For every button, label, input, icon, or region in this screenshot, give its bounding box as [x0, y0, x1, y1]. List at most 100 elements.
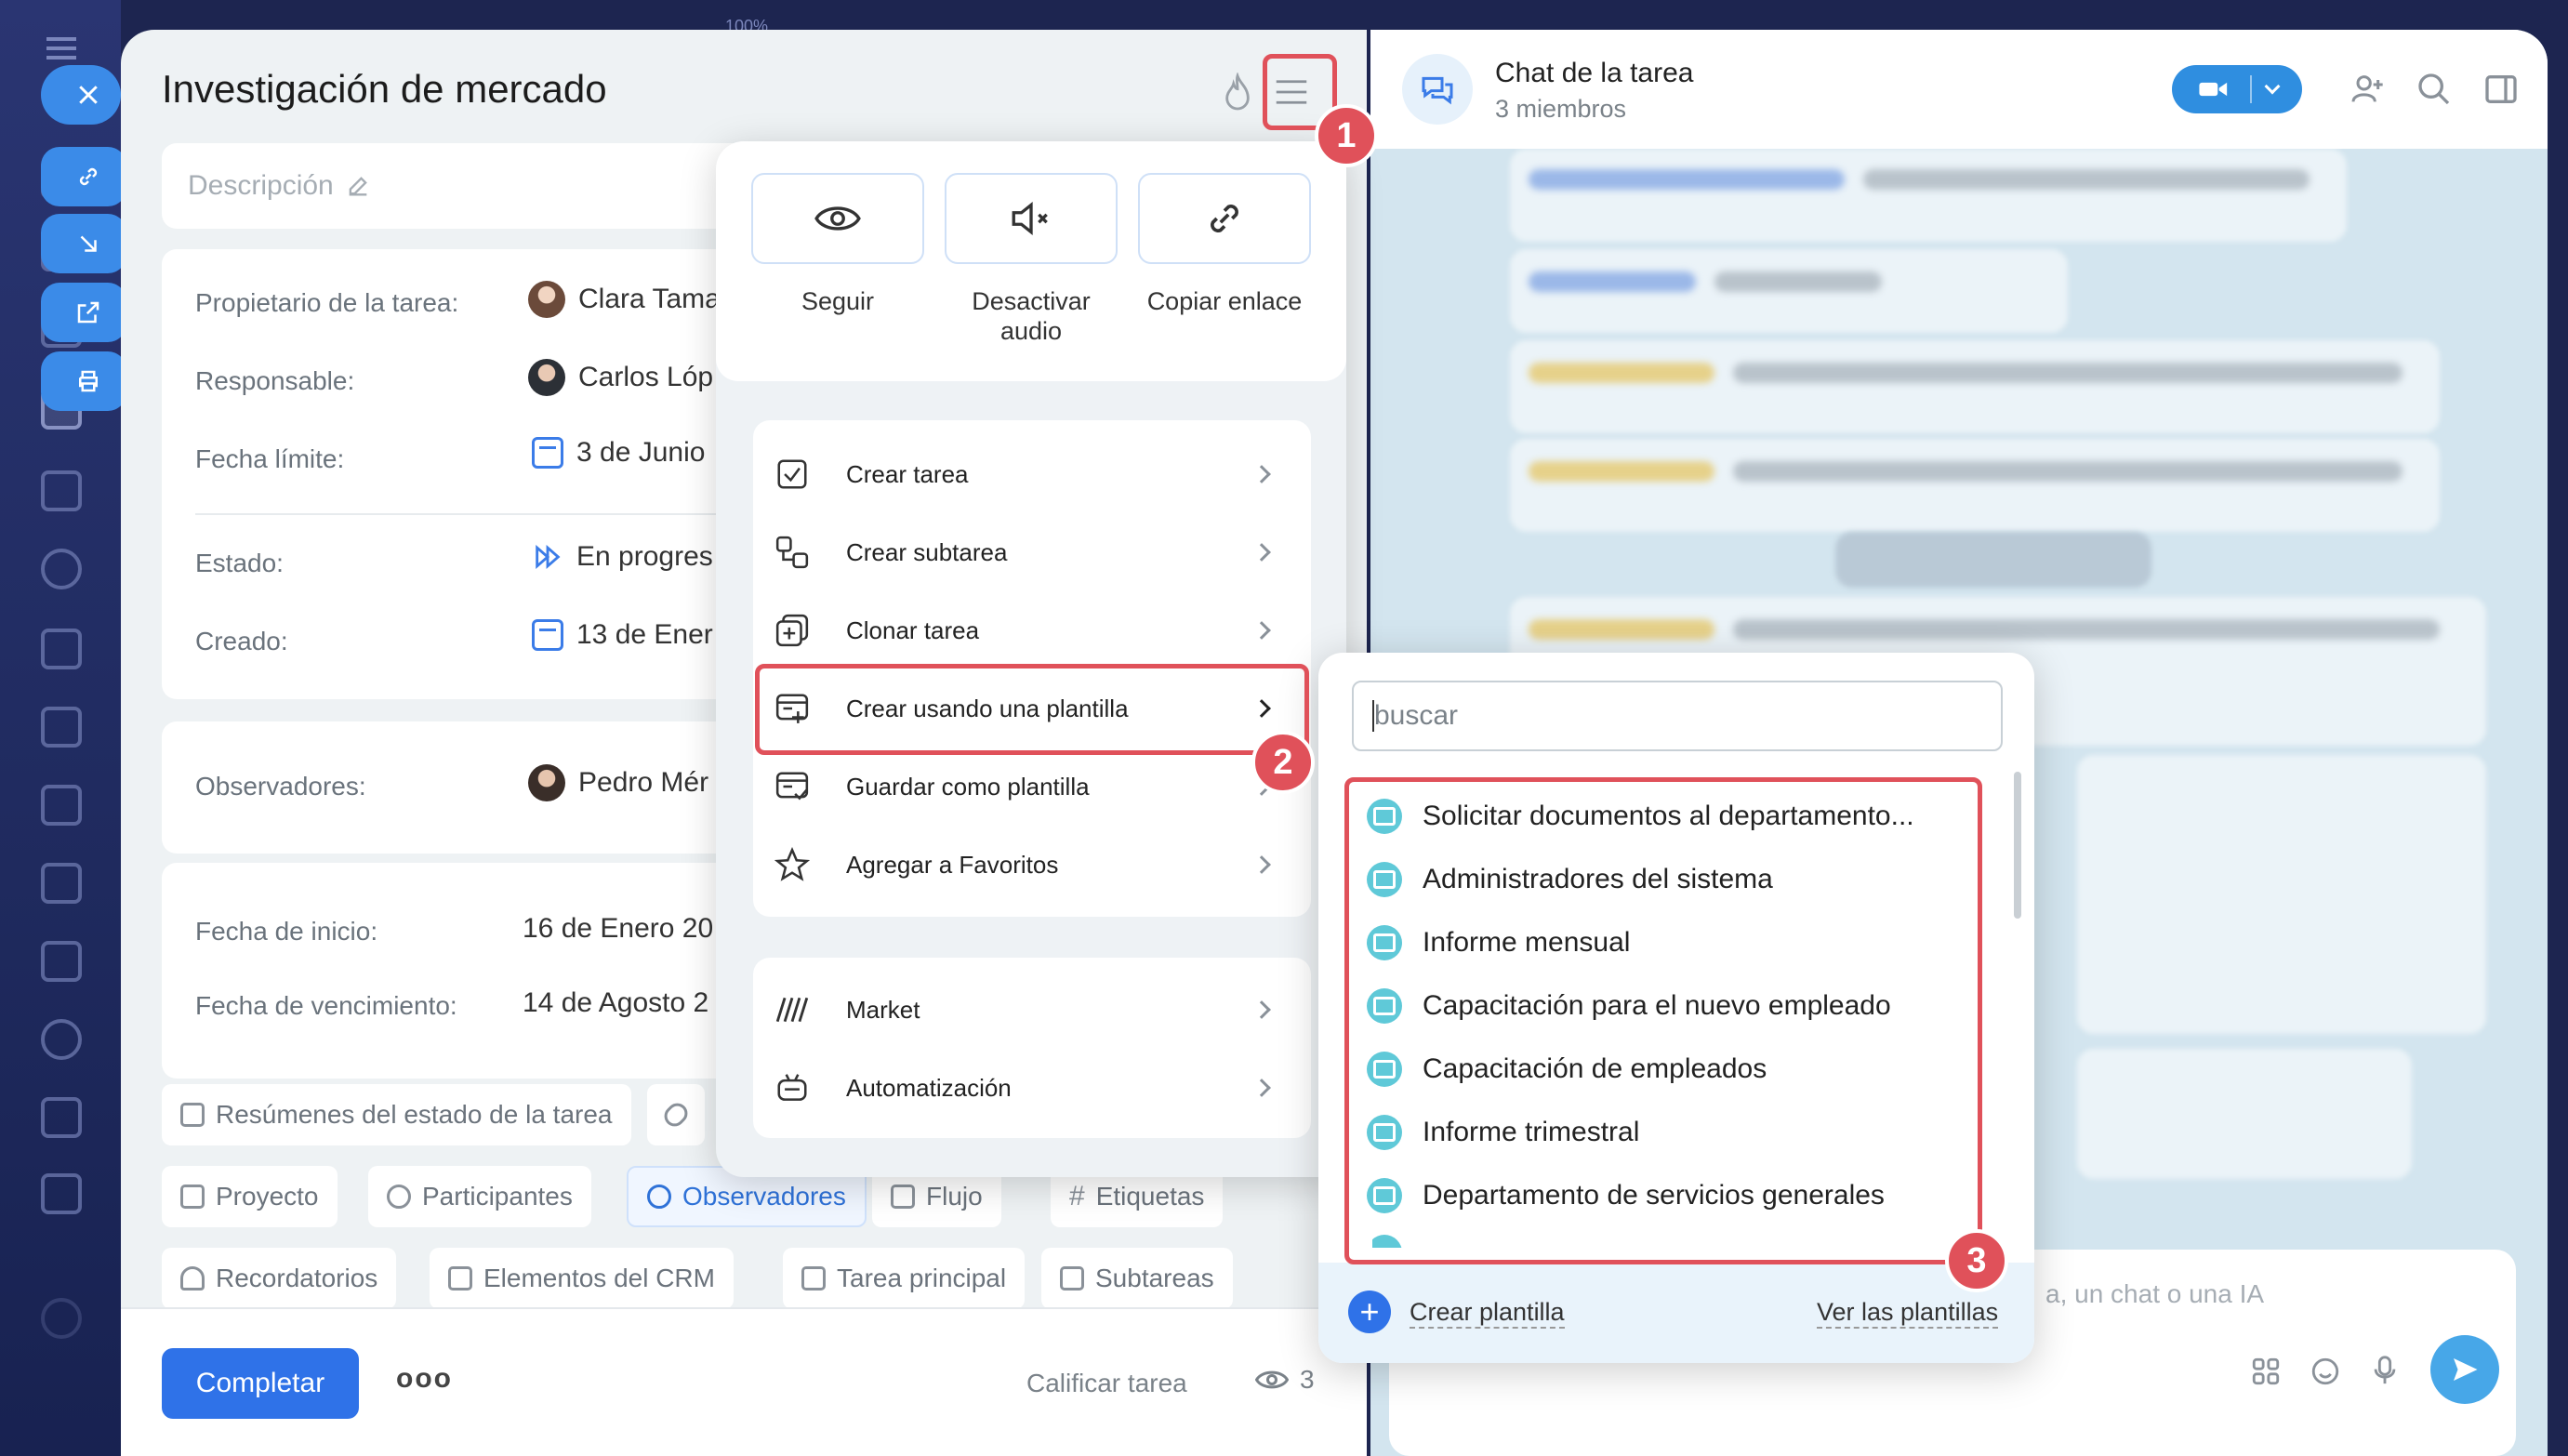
responsible-name: Carlos Lóp — [578, 362, 714, 392]
menu-clone-task[interactable]: Clonar tarea — [753, 591, 1304, 669]
blurred-text — [1733, 461, 2403, 482]
video-call-button[interactable] — [2172, 65, 2302, 113]
responsible-value[interactable]: Carlos Lóp — [528, 359, 713, 396]
start-date-label: Fecha de inicio: — [195, 917, 378, 946]
hexagon-icon[interactable] — [41, 549, 82, 589]
rate-task-link[interactable]: Calificar tarea — [1026, 1369, 1187, 1398]
copy-link-label: Copiar enlace — [1146, 287, 1303, 315]
calendar-icon — [532, 619, 563, 651]
chip-label: Flujo — [926, 1182, 983, 1211]
view-templates-link[interactable]: Ver las plantillas — [1817, 1298, 1999, 1329]
menu-item-label: Guardar como plantilla — [846, 772, 1090, 801]
print-button[interactable] — [41, 351, 126, 411]
target-icon[interactable] — [41, 1019, 82, 1060]
created-value: 13 de Ener — [532, 619, 713, 651]
date-divider — [1835, 532, 2151, 588]
settings-icon[interactable] — [41, 1298, 82, 1339]
hamburger-icon[interactable] — [46, 37, 76, 41]
status-value: En progres — [532, 541, 713, 573]
observer-name: Pedro Mér — [578, 767, 709, 798]
user-icon — [387, 1185, 411, 1209]
template-footer: + Crear plantilla Ver las plantillas — [1318, 1263, 2034, 1363]
mute-button[interactable] — [945, 173, 1118, 264]
edit-doc-icon[interactable] — [41, 1173, 82, 1214]
scrollbar[interactable] — [2014, 772, 2021, 919]
chip-label: Resúmenes del estado de la tarea — [216, 1100, 613, 1129]
chip-attachment[interactable] — [647, 1084, 705, 1145]
chip-participants[interactable]: Participantes — [368, 1166, 591, 1227]
created-text: 13 de Ener — [576, 619, 713, 650]
search-icon[interactable] — [2416, 71, 2453, 108]
summary-icon — [180, 1103, 205, 1127]
deadline-text: 3 de Junio — [576, 437, 706, 468]
calendar-icon[interactable] — [41, 707, 82, 748]
description-field[interactable]: Descripción — [162, 143, 803, 229]
emoji-icon[interactable] — [2310, 1356, 2341, 1387]
close-slider-button[interactable] — [41, 65, 121, 125]
chip-label: Subtareas — [1095, 1264, 1214, 1292]
follow-button[interactable] — [751, 173, 924, 264]
printer-icon — [79, 370, 98, 392]
chip-reminders[interactable]: Recordatorios — [162, 1248, 397, 1309]
deadline-value[interactable]: 3 de Junio — [532, 437, 705, 469]
document-icon[interactable] — [41, 785, 82, 826]
add-user-icon[interactable] — [2349, 71, 2386, 108]
check-square-icon — [774, 456, 811, 493]
chat-members[interactable]: 3 miembros — [1495, 95, 1626, 124]
complete-button[interactable]: Completar — [162, 1348, 359, 1419]
chip-label: Observadores — [682, 1182, 846, 1211]
apps-grid-icon[interactable] — [2250, 1356, 2282, 1387]
microphone-icon[interactable] — [2369, 1352, 2401, 1389]
mute-label: Desactivar audio — [972, 287, 1091, 345]
chip-summaries[interactable]: Resúmenes del estado de la tarea — [162, 1084, 631, 1145]
crm-icon — [448, 1266, 472, 1291]
chip-parent-task[interactable]: Tarea principal — [783, 1248, 1026, 1309]
schedule-icon[interactable] — [41, 1097, 82, 1138]
menu-automation[interactable]: Automatización — [753, 1049, 1304, 1127]
chip-crm[interactable]: Elementos del CRM — [430, 1248, 734, 1309]
task-details-card: Propietario de la tarea: Clara Tama Resp… — [162, 249, 803, 699]
template-search-input[interactable]: buscar — [1352, 681, 2003, 751]
start-date-value[interactable]: 16 de Enero 20 — [523, 913, 713, 945]
more-button[interactable]: ooo — [396, 1363, 453, 1395]
menu-add-favorites[interactable]: Agregar a Favoritos — [753, 826, 1304, 904]
chip-label: Recordatorios — [216, 1264, 378, 1292]
folder-icon — [180, 1185, 205, 1209]
due-date-value[interactable]: 14 de Agosto 2 — [523, 987, 708, 1019]
observers-value[interactable]: Pedro Mér — [528, 764, 708, 801]
parent-task-icon — [801, 1266, 826, 1291]
step-badge-1: 1 — [1315, 104, 1378, 167]
description-placeholder: Descripción — [188, 170, 334, 201]
copy-link-side-button[interactable] — [41, 147, 126, 206]
market-icon — [774, 991, 811, 1028]
chevron-right-icon — [1252, 543, 1271, 562]
task-footer: Completar ooo Calificar tarea 3 — [121, 1307, 1367, 1456]
owner-value[interactable]: Clara Tama — [528, 281, 721, 318]
open-new-window-button[interactable] — [41, 283, 126, 342]
send-button[interactable] — [2430, 1335, 2499, 1404]
card-icon[interactable] — [41, 941, 82, 982]
chip-subtasks[interactable]: Subtareas — [1041, 1248, 1233, 1309]
cart-icon[interactable] — [41, 470, 82, 511]
create-template-link[interactable]: Crear plantilla — [1410, 1298, 1565, 1329]
sidebar-toggle-icon[interactable] — [2482, 71, 2520, 108]
chip-project[interactable]: Proyecto — [162, 1166, 338, 1227]
follow-label: Seguir — [801, 287, 875, 315]
flame-icon[interactable] — [1222, 72, 1253, 113]
avatar — [528, 764, 565, 801]
chat-message — [2077, 1049, 2412, 1179]
board-icon[interactable] — [41, 863, 82, 904]
menu-save-as-template[interactable]: Guardar como plantilla — [753, 748, 1304, 826]
menu-market[interactable]: Market — [753, 971, 1304, 1049]
menu-item-label: Clonar tarea — [846, 615, 980, 644]
plus-icon[interactable]: + — [1348, 1291, 1391, 1333]
menu-create-task[interactable]: Crear tarea — [753, 435, 1304, 513]
menu-create-subtask[interactable]: Crear subtarea — [753, 513, 1304, 591]
deadline-label: Fecha límite: — [195, 444, 345, 473]
minimize-button[interactable] — [41, 214, 126, 273]
copy-link-button[interactable] — [1138, 173, 1311, 264]
views-count: 3 — [1300, 1365, 1315, 1394]
highlight-create-from-template — [755, 664, 1309, 755]
mail-icon[interactable] — [41, 629, 82, 669]
chip-label: Elementos del CRM — [483, 1264, 715, 1292]
